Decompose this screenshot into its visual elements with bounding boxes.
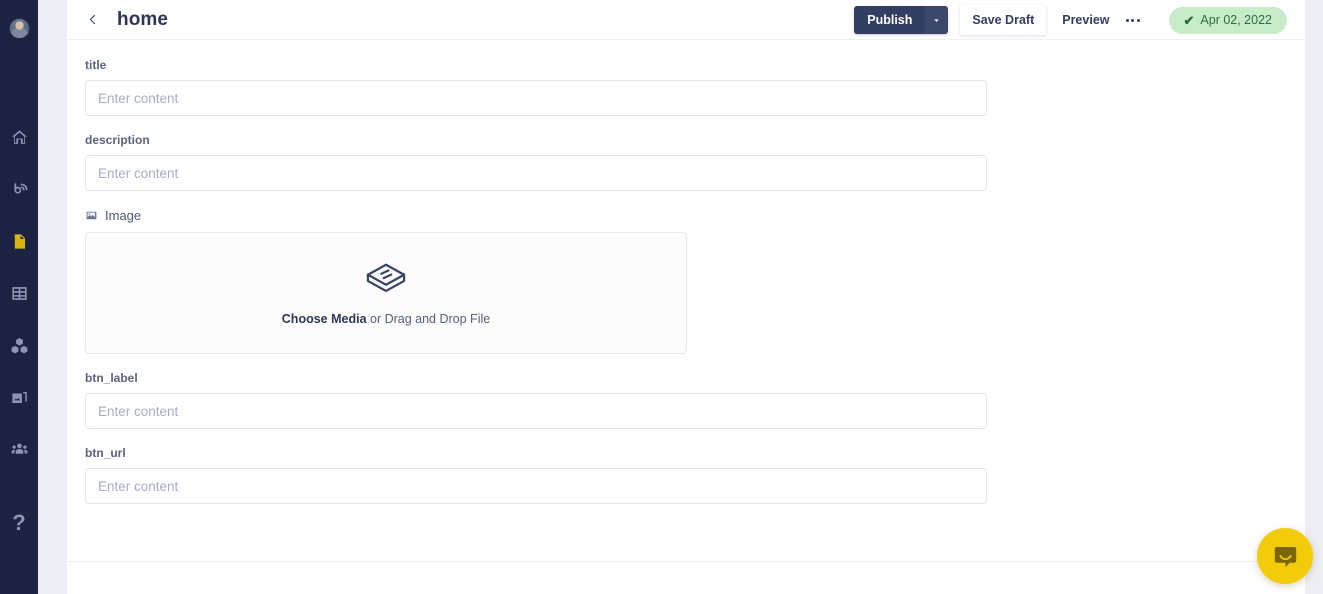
sidebar-gutter [38, 0, 67, 594]
image-icon [86, 211, 97, 220]
status-badge: ✔ Apr 02, 2022 [1168, 6, 1287, 34]
blocks-icon [11, 337, 27, 353]
broadcast-icon [13, 182, 27, 194]
dropzone-hint: or Drag and Drop File [366, 312, 491, 326]
sidebar-item-broadcast[interactable] [0, 163, 38, 215]
form-bottom-divider [67, 561, 1305, 562]
sidebar-item-collections[interactable] [0, 267, 38, 319]
field-btn-label: btn_label [85, 371, 1305, 429]
field-label: description [85, 133, 150, 147]
form-body: title description Image [67, 40, 1305, 578]
home-icon [11, 129, 27, 144]
title-input[interactable] [85, 80, 987, 116]
chevron-down-icon [934, 18, 940, 22]
preview-button[interactable]: Preview [1060, 9, 1111, 31]
btn-url-input[interactable] [85, 468, 987, 504]
image-field-label-row: Image [85, 208, 1305, 223]
description-input[interactable] [85, 155, 987, 191]
main-panel: home Publish Save Draft Preview ✔ Apr 02… [67, 0, 1305, 594]
field-label: btn_url [85, 446, 126, 460]
sidebar-item-media[interactable] [0, 371, 38, 423]
sidebar-item-help[interactable]: ? [0, 500, 38, 546]
media-dropzone[interactable]: Choose Media or Drag and Drop File [85, 232, 687, 354]
page-title: home [117, 8, 169, 30]
back-button[interactable] [85, 8, 101, 32]
field-btn-url: btn_url [85, 446, 1305, 504]
sidebar-nav [0, 111, 38, 475]
check-icon: ✔ [1183, 12, 1195, 28]
question-mark-icon: ? [12, 510, 26, 535]
table-icon [11, 286, 27, 300]
field-description: description [85, 133, 1305, 191]
field-image: Image Choose Media or Drag and Drop File [85, 208, 1305, 354]
intercom-launcher[interactable] [1257, 528, 1313, 584]
dropzone-caption: Choose Media or Drag and Drop File [282, 312, 490, 326]
page-icon [14, 233, 25, 249]
chevron-left-icon [89, 14, 95, 25]
media-icon [11, 391, 27, 403]
publish-button[interactable]: Publish [854, 6, 926, 34]
sidebar-item-home[interactable] [0, 111, 38, 163]
btn-label-input[interactable] [85, 393, 987, 429]
ellipsis-icon [1136, 18, 1140, 22]
sidebar-item-components[interactable] [0, 319, 38, 371]
save-draft-button[interactable]: Save Draft [960, 5, 1047, 35]
image-field-label: Image [105, 208, 142, 223]
publish-button-group: Publish [854, 6, 949, 34]
layers-icon [366, 263, 406, 293]
field-title: title [85, 58, 1305, 116]
publish-dropdown-toggle[interactable] [925, 6, 949, 34]
users-icon [11, 443, 27, 454]
sidebar-item-pages[interactable] [0, 215, 38, 267]
app-root: ? home Publish Save Draft Preview ✔ Apr … [0, 0, 1323, 594]
status-date: Apr 02, 2022 [1200, 13, 1272, 27]
chat-bubble-icon [1274, 546, 1296, 567]
ellipsis-icon [1131, 18, 1134, 22]
field-label: btn_label [85, 371, 138, 385]
field-label: title [85, 58, 107, 72]
page-header: home Publish Save Draft Preview ✔ Apr 02… [67, 0, 1305, 40]
header-actions: Publish Save Draft Preview ✔ Apr 02, 202… [854, 0, 1287, 40]
more-options-button[interactable] [1123, 13, 1143, 28]
sidebar-item-users[interactable] [0, 423, 38, 475]
user-avatar[interactable] [8, 18, 30, 39]
choose-media-link[interactable]: Choose Media [282, 312, 367, 326]
left-sidebar: ? [0, 0, 38, 594]
ellipsis-icon [1125, 18, 1129, 22]
